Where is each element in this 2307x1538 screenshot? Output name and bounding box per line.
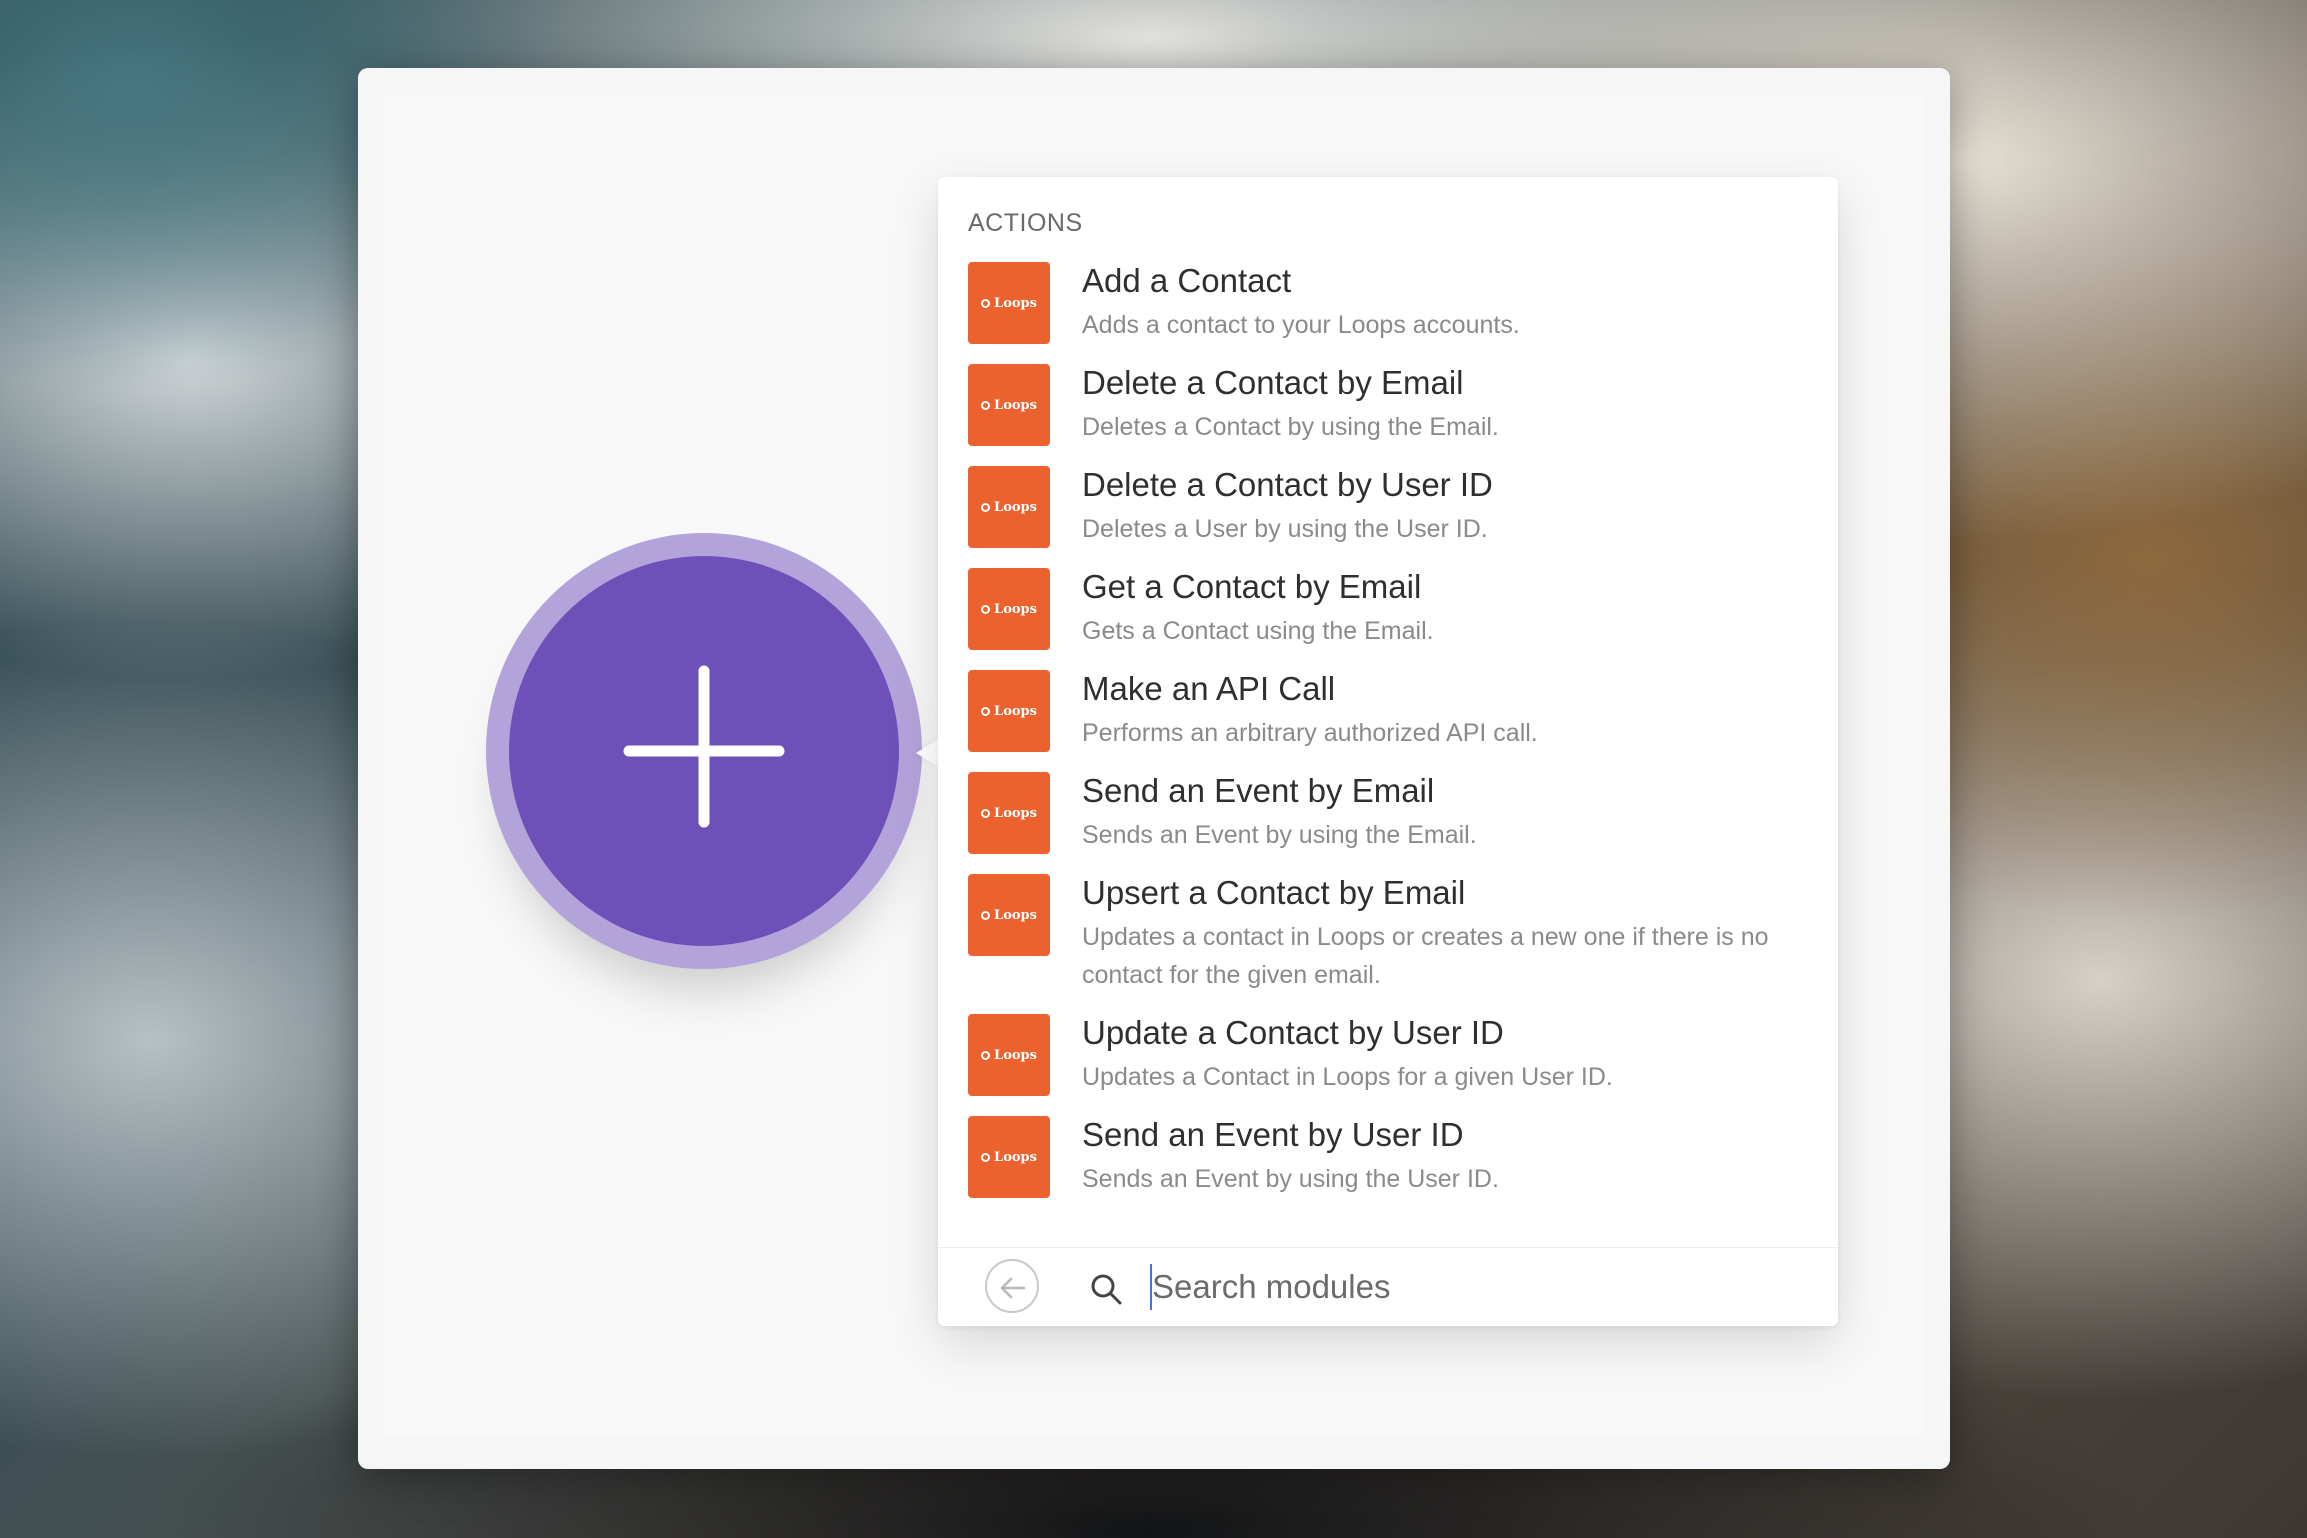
loops-logo-text: Loops: [994, 805, 1037, 821]
action-text: Send an Event by Email Sends an Event by …: [1082, 772, 1477, 854]
action-title: Upsert a Contact by Email: [1082, 874, 1466, 911]
action-description: Sends an Event by using the User ID.: [1082, 1165, 1499, 1193]
action-item[interactable]: Loops Get a Contact by Email Gets a Contac…: [938, 568, 1838, 650]
loops-ring-icon: [981, 706, 991, 716]
action-item[interactable]: Loops Send an Event by Email Sends an Even…: [938, 772, 1838, 854]
arrow-left-circle-icon: [1000, 1277, 1026, 1299]
action-description: Sends an Event by using the Email.: [1082, 821, 1477, 849]
action-text: Send an Event by User ID Sends an Event b…: [1082, 1116, 1499, 1198]
search-input[interactable]: [1150, 1264, 1792, 1310]
loops-ring-icon: [981, 1050, 991, 1060]
loops-logo-icon: Loops: [968, 772, 1050, 854]
module-picker-panel: ACTIONS Loops Add a Contact Adds a contact…: [938, 177, 1838, 1326]
action-title: Send an Event by User ID: [1082, 1116, 1464, 1153]
action-description: Performs an arbitrary authorized API cal…: [1082, 719, 1538, 747]
add-module-button[interactable]: [486, 533, 922, 969]
loops-logo-text: Loops: [994, 907, 1037, 923]
loops-logo-text: Loops: [994, 499, 1037, 515]
loops-logo-text: Loops: [994, 601, 1037, 617]
loops-ring-icon: [981, 808, 991, 818]
actions-list: Loops Add a Contact Adds a contact to your…: [938, 262, 1838, 1218]
action-title: Make an API Call: [1082, 670, 1336, 707]
action-text: Make an API Call Performs an arbitrary au…: [1082, 670, 1538, 752]
action-item[interactable]: Loops Add a Contact Adds a contact to your…: [938, 262, 1838, 344]
action-item[interactable]: Loops Make an API Call Performs an arbitra…: [938, 670, 1838, 752]
loops-ring-icon: [981, 604, 991, 614]
loops-ring-icon: [981, 1152, 991, 1162]
loops-logo-text: Loops: [994, 703, 1037, 719]
loops-logo-icon: Loops: [968, 262, 1050, 344]
section-title: ACTIONS: [968, 209, 1083, 237]
action-description: Deletes a User by using the User ID.: [1082, 515, 1488, 543]
action-description: Updates a Contact in Loops for a given U…: [1082, 1063, 1613, 1091]
action-description: Adds a contact to your Loops accounts.: [1082, 311, 1520, 339]
loops-logo-text: Loops: [994, 1047, 1037, 1063]
action-text: Add a Contact Adds a contact to your Loop…: [1082, 262, 1520, 344]
panel-pointer: [916, 739, 938, 767]
action-text: Get a Contact by Email Gets a Contact usi…: [1082, 568, 1434, 650]
action-title: Get a Contact by Email: [1082, 568, 1422, 605]
action-item[interactable]: Loops Update a Contact by User ID Updates …: [938, 1014, 1838, 1096]
loops-logo-icon: Loops: [968, 874, 1050, 956]
loops-ring-icon: [981, 298, 991, 308]
action-text: Update a Contact by User ID Updates a Con…: [1082, 1014, 1613, 1096]
action-item[interactable]: Loops Upsert a Contact by Email Updates a …: [938, 874, 1838, 994]
loops-logo-icon: Loops: [968, 568, 1050, 650]
loops-logo-text: Loops: [994, 295, 1037, 311]
panel-footer: [938, 1247, 1838, 1326]
loops-ring-icon: [981, 910, 991, 920]
loops-logo-icon: Loops: [968, 670, 1050, 752]
action-title: Delete a Contact by Email: [1082, 364, 1464, 401]
action-description: Updates a contact in Loops or creates a …: [1082, 923, 1769, 989]
loops-logo-text: Loops: [994, 397, 1037, 413]
loops-logo-text: Loops: [994, 1149, 1037, 1165]
action-title: Update a Contact by User ID: [1082, 1014, 1504, 1051]
back-button[interactable]: [985, 1259, 1039, 1313]
plus-icon: [623, 665, 785, 828]
action-text: Delete a Contact by Email Deletes a Conta…: [1082, 364, 1499, 446]
action-description: Deletes a Contact by using the Email.: [1082, 413, 1499, 441]
action-text: Delete a Contact by User ID Deletes a Use…: [1082, 466, 1493, 548]
loops-logo-icon: Loops: [968, 1014, 1050, 1096]
action-title: Add a Contact: [1082, 262, 1292, 299]
add-module-circle: [509, 556, 899, 946]
loops-ring-icon: [981, 502, 991, 512]
loops-logo-icon: Loops: [968, 364, 1050, 446]
action-item[interactable]: Loops Delete a Contact by Email Deletes a …: [938, 364, 1838, 446]
search-icon: [1091, 1274, 1122, 1305]
action-title: Send an Event by Email: [1082, 772, 1435, 809]
action-text: Upsert a Contact by Email Updates a conta…: [1082, 874, 1808, 994]
action-item[interactable]: Loops Delete a Contact by User ID Deletes …: [938, 466, 1838, 548]
loops-ring-icon: [981, 400, 991, 410]
action-title: Delete a Contact by User ID: [1082, 466, 1493, 503]
action-item[interactable]: Loops Send an Event by User ID Sends an Ev…: [938, 1116, 1838, 1198]
action-description: Gets a Contact using the Email.: [1082, 617, 1434, 645]
loops-logo-icon: Loops: [968, 466, 1050, 548]
loops-logo-icon: Loops: [968, 1116, 1050, 1198]
